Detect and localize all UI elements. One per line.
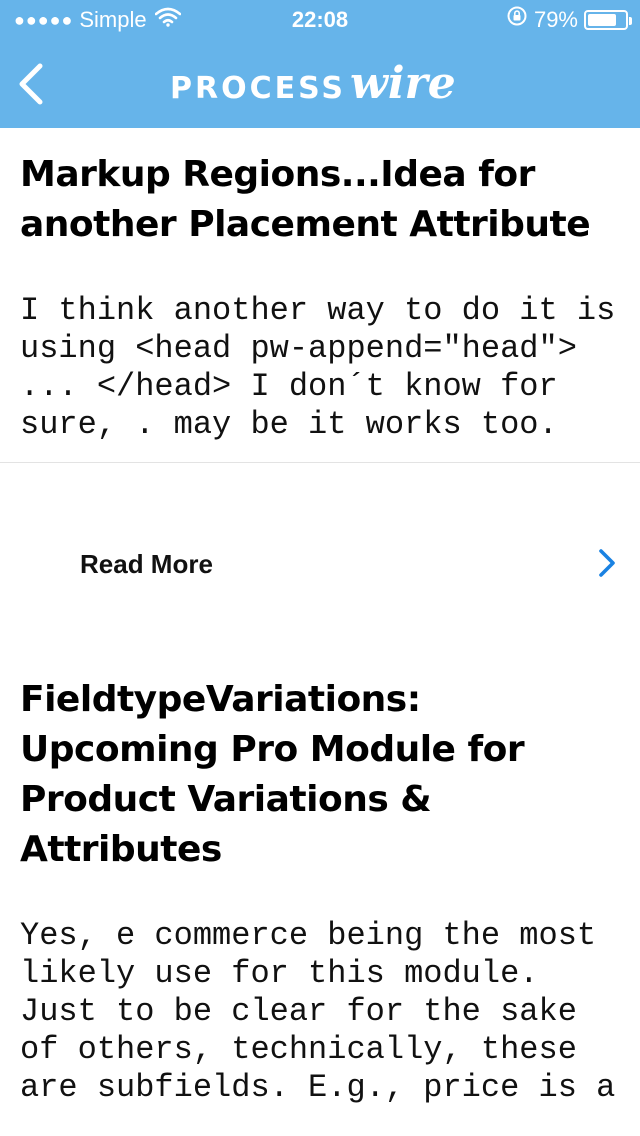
battery-icon — [584, 10, 632, 30]
post-list[interactable]: Markup Regions...Idea for another Placem… — [0, 128, 640, 1136]
read-more-label: Read More — [80, 549, 213, 579]
status-right: 79% — [506, 0, 632, 40]
post-excerpt: Yes, e commerce being the most likely us… — [20, 917, 616, 1106]
app-header: ●●●●● Simple 22:08 79% PROCESS wire — [0, 0, 640, 128]
post-excerpt: I think another way to do it is using <h… — [20, 292, 616, 443]
navigation-bar: PROCESS wire — [0, 40, 640, 128]
screen: ●●●●● Simple 22:08 79% PROCESS wire Mark… — [0, 0, 640, 1136]
chevron-left-icon — [19, 63, 43, 105]
logo-process-text: PROCESS — [170, 71, 346, 106]
post-title[interactable]: Markup Regions...Idea for another Placem… — [20, 150, 620, 250]
back-button[interactable] — [14, 62, 54, 106]
read-more-button[interactable]: Read More — [0, 463, 640, 663]
post-title[interactable]: FieldtypeVariations: Upcoming Pro Module… — [20, 675, 620, 875]
chevron-right-icon — [599, 549, 615, 577]
post-item: FieldtypeVariations: Upcoming Pro Module… — [0, 675, 640, 1107]
logo-wire-text: wire — [349, 58, 456, 109]
rotation-lock-icon — [506, 0, 528, 40]
battery-percent: 79% — [533, 7, 578, 32]
status-bar: ●●●●● Simple 22:08 79% — [0, 0, 640, 40]
battery-level-fill — [588, 14, 616, 26]
post-item: Markup Regions...Idea for another Placem… — [0, 150, 640, 444]
processwire-logo: PROCESS wire — [170, 58, 480, 110]
